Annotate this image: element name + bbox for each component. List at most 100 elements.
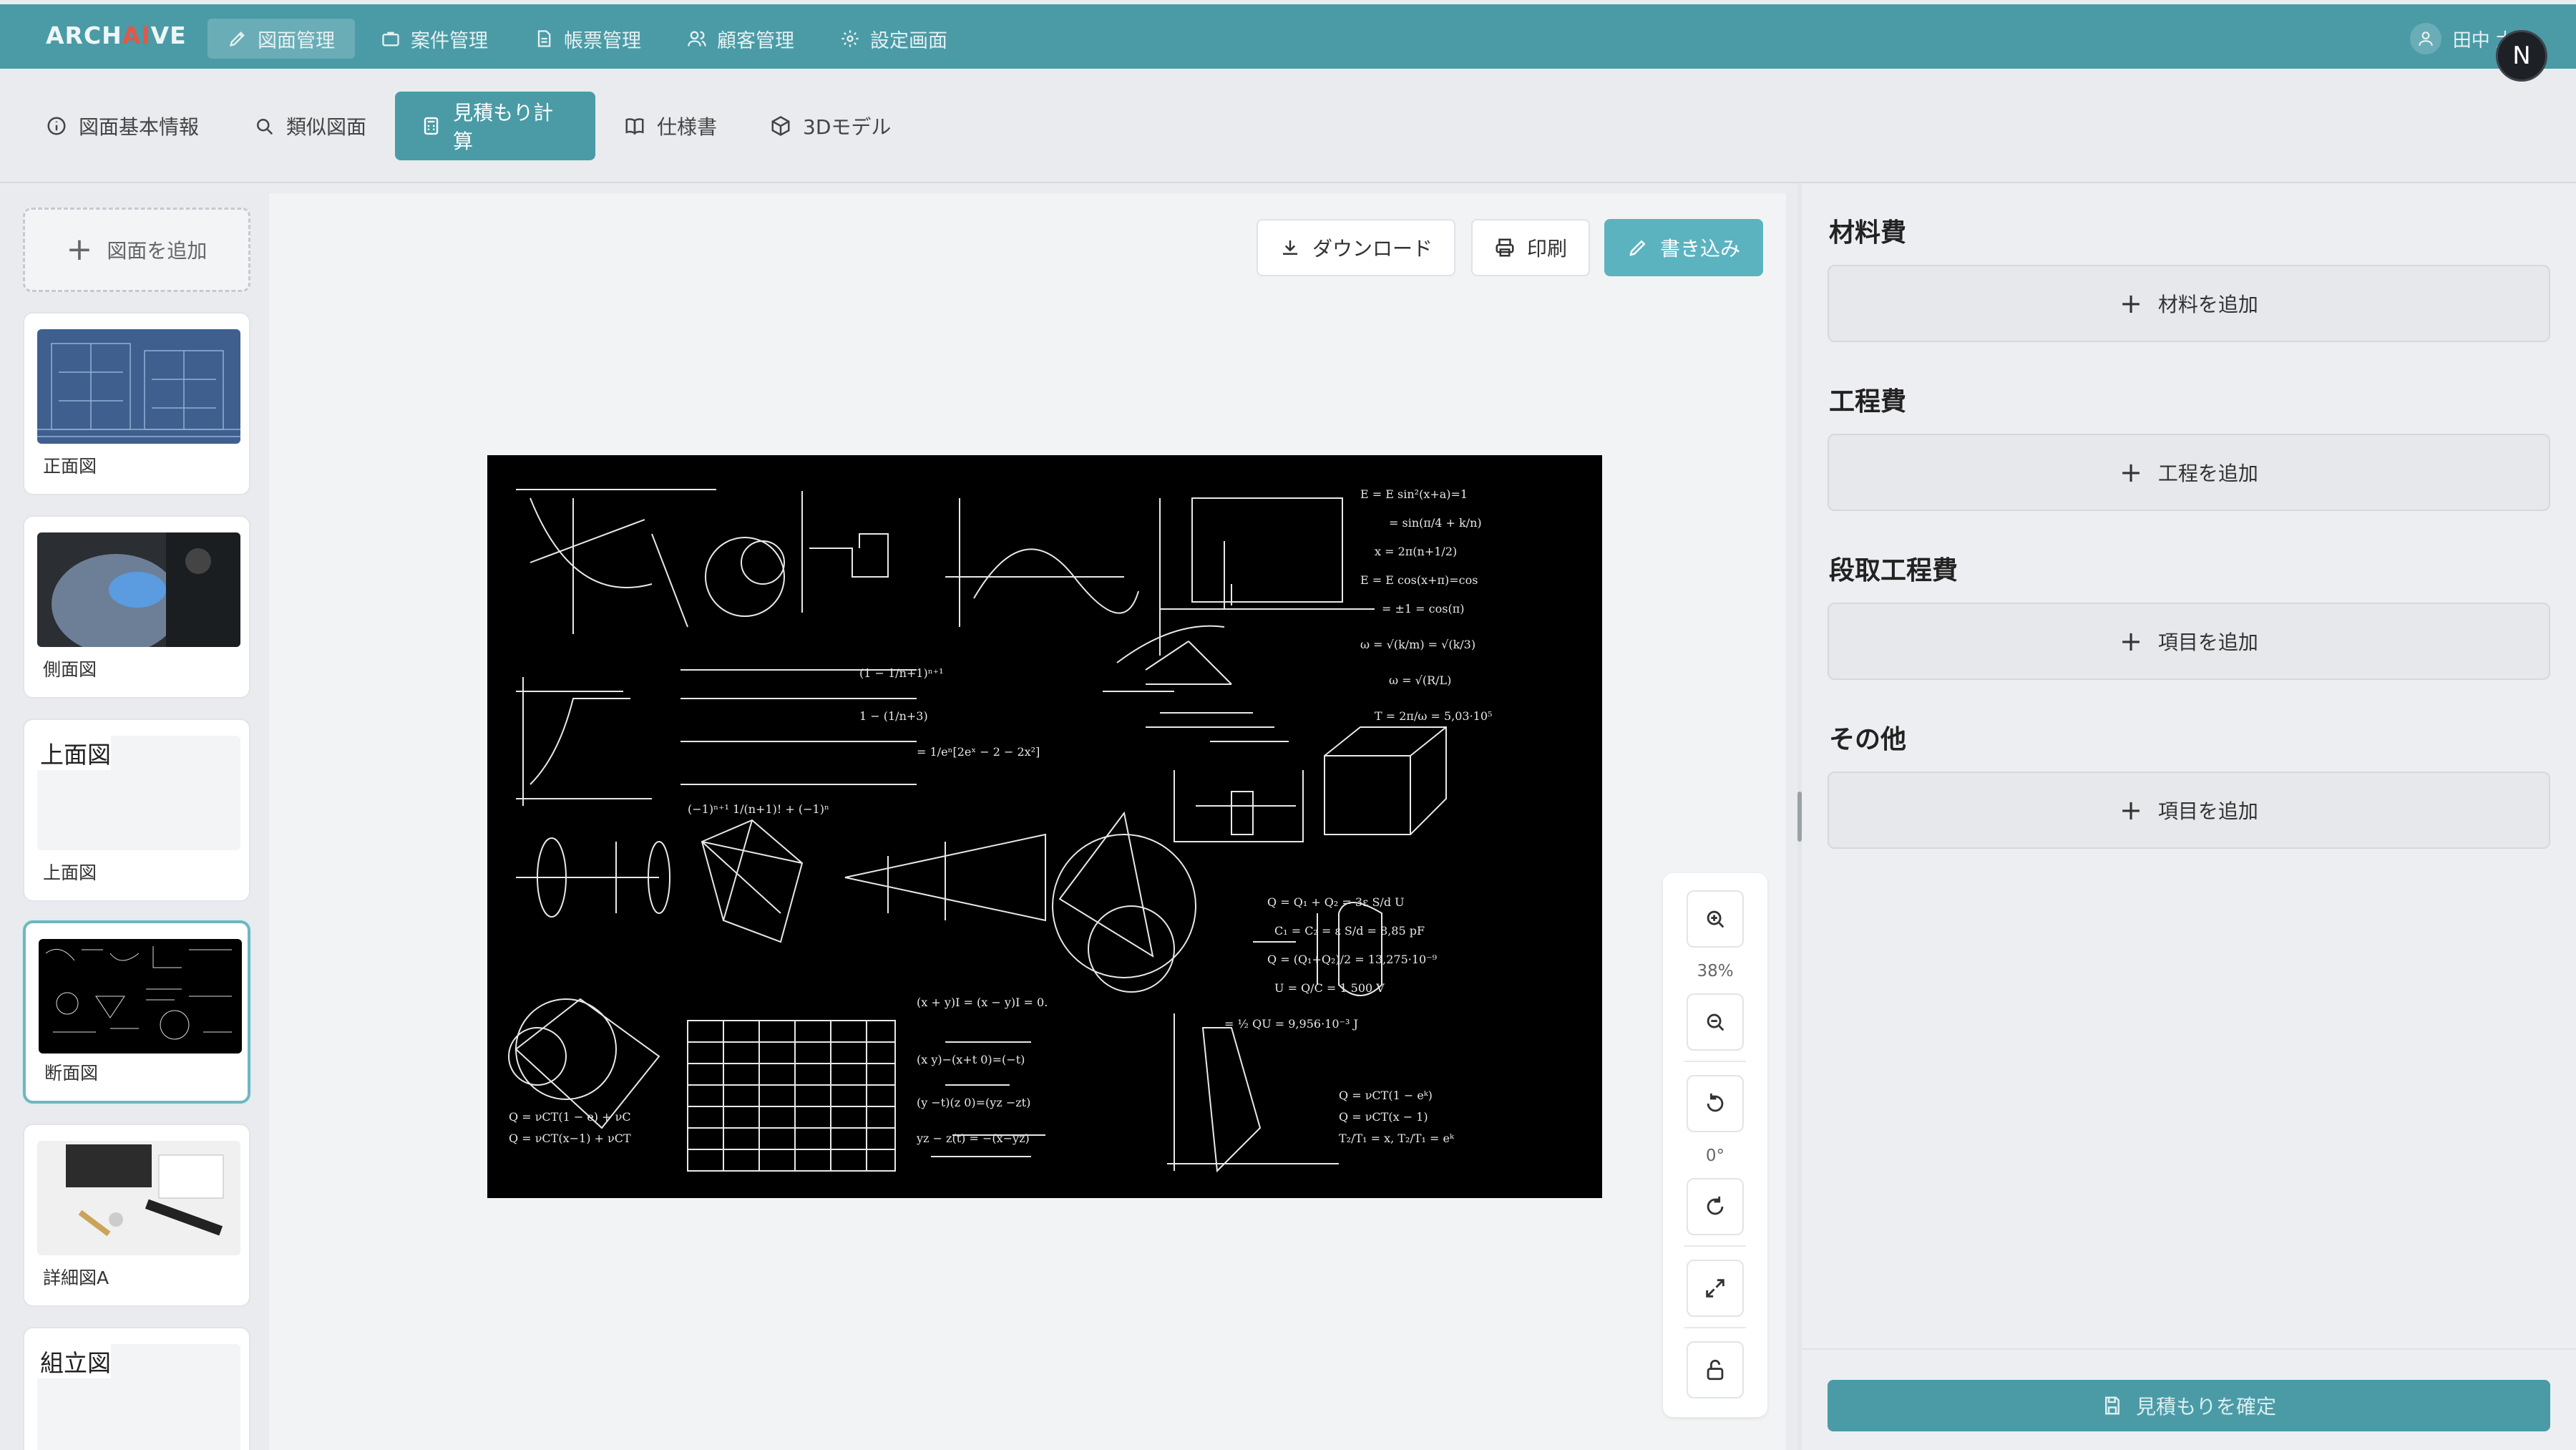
svg-text:= ±1 = cos(π): = ±1 = cos(π) [1382, 602, 1464, 615]
svg-text:x = 2π(n+1/2): x = 2π(n+1/2) [1375, 545, 1457, 558]
tab-estimate[interactable]: 見積もり計算 [395, 92, 595, 160]
drawing-thumbnail-detail-a[interactable]: 詳細図A [23, 1124, 250, 1307]
confirm-footer: 見積もりを確定 [1802, 1348, 2576, 1450]
svg-text:(−1)ⁿ⁺¹ 1/(n+1)! + (−1)ⁿ: (−1)ⁿ⁺¹ 1/(n+1)! + (−1)ⁿ [688, 802, 829, 816]
add-setup-item-button[interactable]: + 項目を追加 [1828, 603, 2550, 680]
drawing-thumbnail-side[interactable]: 側面図 [23, 515, 250, 699]
plus-icon: + [2119, 626, 2142, 657]
svg-text:(1 − 1/n+1)ⁿ⁺¹: (1 − 1/n+1)ⁿ⁺¹ [859, 666, 943, 680]
section-title-process: 工程費 [1829, 387, 1907, 417]
add-other-item-button[interactable]: + 項目を追加 [1828, 772, 2550, 849]
svg-text:(x + y)I = (x − y)I = 0.: (x + y)I = (x − y)I = 0. [917, 996, 1048, 1009]
svg-text:(y −t)(z 0)=(yz −zt): (y −t)(z 0)=(yz −zt) [917, 1096, 1030, 1109]
drawing-subtabs: 図面基本情報 類似図面 見積もり計算 仕様書 3Dモデル [0, 69, 2576, 183]
unlock-icon [1707, 1359, 1724, 1381]
info-icon [47, 117, 66, 135]
plus-icon: + [2119, 288, 2142, 319]
section-title-material: 材料費 [1829, 218, 1907, 248]
svg-text:Q = νCT(x − 1): Q = νCT(x − 1) [1339, 1110, 1428, 1124]
svg-text:T₂/T₁ = x, T₂/T₁ = eᵏ: T₂/T₁ = x, T₂/T₁ = eᵏ [1339, 1132, 1455, 1145]
search-icon [257, 119, 273, 135]
drawing-thumbnail-front[interactable]: 正面図 [23, 312, 250, 495]
section-title-setup: 段取工程費 [1829, 556, 1958, 585]
save-icon [2104, 1396, 2119, 1415]
users-icon [688, 31, 706, 47]
svg-text:C₁ = C₂ = ε S/d = 8,85 pF: C₁ = C₂ = ε S/d = 8,85 pF [1274, 924, 1425, 938]
divider [1684, 1327, 1746, 1328]
avatar[interactable]: N [2496, 30, 2547, 82]
svg-text:E = E sin²(x+a)=1: E = E sin²(x+a)=1 [1360, 487, 1468, 501]
broken-image: 組立図 [37, 1344, 240, 1450]
pencil-icon [1629, 240, 1646, 256]
plus-icon: + [2119, 457, 2142, 488]
add-drawing-button[interactable]: + 図面を追加 [23, 208, 250, 292]
tab-basic-info[interactable]: 図面基本情報 [20, 92, 225, 160]
drawing-viewer: ダウンロード 印刷 書き込み E = E sin²(x+a)=1 = sin(π… [269, 193, 1786, 1450]
nav-item-drawing-management[interactable]: 図面管理 [208, 19, 355, 59]
confirm-estimate-button[interactable]: 見積もりを確定 [1828, 1380, 2550, 1431]
svg-text:Q = νCT(x−1) + νCT: Q = νCT(x−1) + νCT [509, 1132, 631, 1145]
rotate-left-button[interactable] [1687, 1075, 1744, 1132]
formulas-thumbnail-image [39, 939, 242, 1054]
add-process-button[interactable]: + 工程を追加 [1828, 434, 2550, 511]
add-material-button[interactable]: + 材料を追加 [1828, 265, 2550, 342]
calculator-icon [424, 117, 439, 135]
app-logo[interactable]: ARCHAIVE [46, 21, 187, 49]
rotate-left-icon [1707, 1093, 1724, 1112]
svg-text:Q = Q₁ + Q₂ = 3ε S/d U: Q = Q₁ + Q₂ = 3ε S/d U [1267, 895, 1405, 909]
drawing-thumbnail-assembly[interactable]: 組立図 [23, 1327, 250, 1450]
printer-icon [1496, 238, 1514, 257]
drawing-image[interactable]: E = E sin²(x+a)=1 = sin(π/4 + k/n) x = 2… [487, 455, 1602, 1198]
section-title-other: その他 [1829, 725, 1907, 754]
drawing-thumbnail-top[interactable]: 上面図 上面図 [23, 719, 250, 902]
user-icon [2409, 23, 2441, 54]
svg-text:ω = √(R/L): ω = √(R/L) [1389, 673, 1451, 687]
svg-text:= ½ QU = 9,956·10⁻³ J: = ½ QU = 9,956·10⁻³ J [1224, 1017, 1358, 1031]
svg-text:Q = νCT(1 − e) + νC: Q = νCT(1 − e) + νC [509, 1110, 631, 1124]
estimate-panel: 材料費 + 材料を追加 工程費 + 工程を追加 段取工程費 + 項目を追加 その… [1802, 183, 2576, 1450]
download-icon [1283, 240, 1297, 255]
drawing-thumbnail-section[interactable]: 断面図 [23, 920, 250, 1104]
svg-text:ω = √(k/m) = √(k/3): ω = √(k/m) = √(k/3) [1360, 638, 1475, 651]
photo-thumbnail-image [37, 532, 240, 647]
svg-text:= sin(π/4 + k/n): = sin(π/4 + k/n) [1389, 516, 1482, 530]
nav-item-settings[interactable]: 設定画面 [820, 19, 967, 59]
print-button[interactable]: 印刷 [1471, 219, 1591, 276]
pencil-ruler-icon [230, 31, 245, 47]
svg-text:yz − z(t) = −(x−yz): yz − z(t) = −(x−yz) [916, 1132, 1030, 1145]
drawing-list: + 図面を追加 正面図 側面図 上面図 上面図 断面図 詳細図A 組立図 [20, 193, 256, 1450]
fit-screen-button[interactable] [1687, 1260, 1744, 1317]
svg-text:U = Q/C = 1 500 V: U = Q/C = 1 500 V [1274, 981, 1385, 995]
zoom-out-icon [1707, 1013, 1724, 1031]
briefcase-icon [382, 31, 399, 47]
gear-icon [841, 30, 859, 47]
tab-similar-drawings[interactable]: 類似図面 [228, 92, 392, 160]
plus-icon: + [2119, 794, 2142, 826]
tab-specification[interactable]: 仕様書 [598, 92, 743, 160]
nav-item-customer-management[interactable]: 顧客管理 [667, 19, 814, 59]
top-navigation-bar: ARCHAIVE 図面管理 案件管理 帳票管理 顧客管理 設定画面 田中 太郎 [0, 4, 2576, 69]
broken-image: 上面図 [37, 736, 240, 850]
svg-text:(x y)−(x+t 0)=(−t): (x y)−(x+t 0)=(−t) [917, 1053, 1025, 1066]
svg-text:= 1/eⁿ[2eˣ − 2 − 2x²]: = 1/eⁿ[2eˣ − 2 − 2x²] [917, 745, 1040, 759]
divider [1684, 1245, 1746, 1247]
zoom-in-button[interactable] [1687, 890, 1744, 948]
download-button[interactable]: ダウンロード [1257, 219, 1456, 276]
zoom-level: 38% [1697, 962, 1734, 981]
book-icon [625, 118, 644, 135]
blueprint-thumbnail-image [37, 329, 240, 444]
write-button[interactable]: 書き込み [1604, 219, 1764, 276]
zoom-in-icon [1707, 910, 1724, 928]
zoom-out-button[interactable] [1687, 993, 1744, 1051]
rotation-angle: 0° [1705, 1147, 1725, 1165]
nav-item-form-management[interactable]: 帳票管理 [514, 19, 661, 59]
lock-button[interactable] [1687, 1341, 1744, 1398]
nav-item-project-management[interactable]: 案件管理 [361, 19, 508, 59]
svg-text:Q = (Q₁+Q₂)/2 = 13,275·10⁻⁹: Q = (Q₁+Q₂)/2 = 13,275·10⁻⁹ [1267, 953, 1438, 966]
zoom-controls: 38% 0° [1663, 873, 1767, 1417]
main-nav: 図面管理 案件管理 帳票管理 顧客管理 設定画面 [208, 19, 967, 59]
tab-3d-model[interactable]: 3Dモデル [744, 92, 917, 160]
rotate-right-button[interactable] [1687, 1178, 1744, 1235]
expand-icon [1706, 1279, 1724, 1298]
rotate-right-icon [1707, 1196, 1724, 1215]
